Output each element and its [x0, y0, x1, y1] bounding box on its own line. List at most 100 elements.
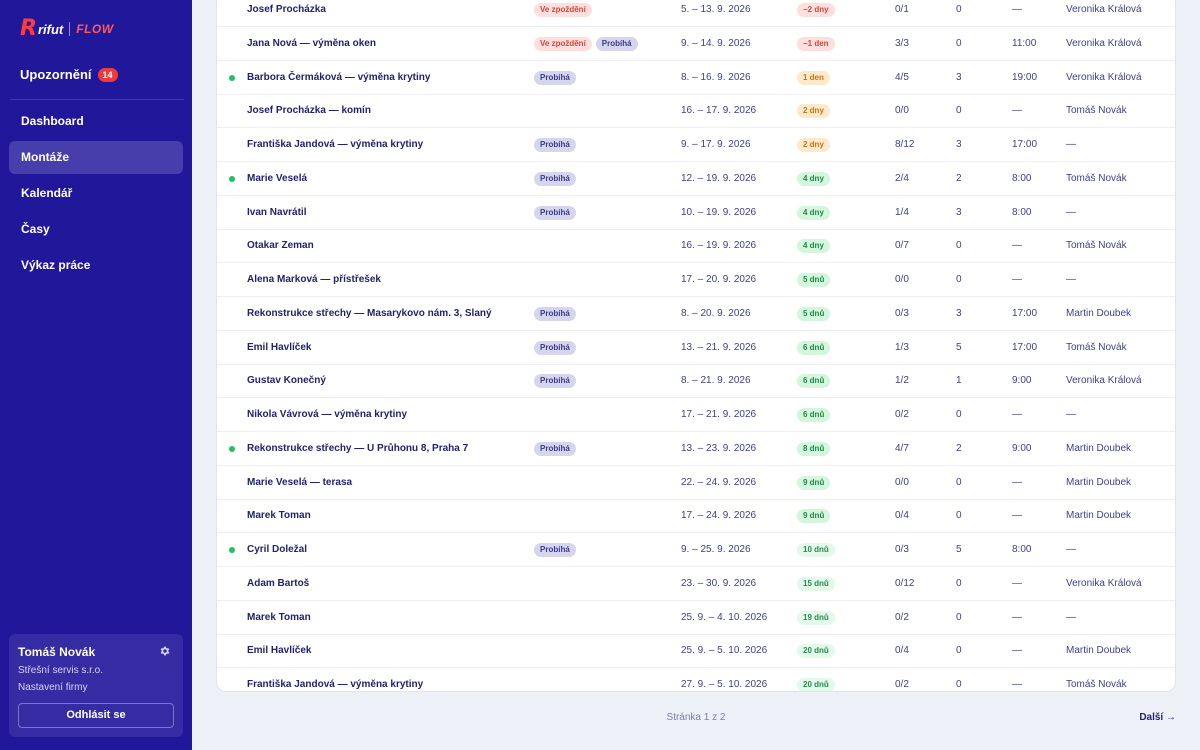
- installation-name[interactable]: Marek Toman: [247, 499, 311, 533]
- sidebar-item-kalendar[interactable]: Kalendář: [9, 177, 183, 210]
- installation-name[interactable]: Marie Veselá — terasa: [247, 466, 352, 500]
- installation-name[interactable]: Rekonstrukce střechy — U Průhonu 8, Prah…: [247, 432, 468, 466]
- installation-name[interactable]: Marie Veselá: [247, 162, 307, 196]
- remaining-cell: 20 dnů: [797, 668, 835, 691]
- installation-name[interactable]: Nikola Vávrová — výměna krytiny: [247, 398, 407, 432]
- remaining-days-badge: 20 dnů: [797, 678, 835, 691]
- installation-name[interactable]: Gustav Konečný: [247, 364, 326, 398]
- installation-name[interactable]: Emil Havlíček: [247, 634, 311, 668]
- running-status-badge: Probíhá: [534, 340, 576, 355]
- responsible-person: —: [1066, 206, 1076, 218]
- table-row[interactable]: Marek Toman 25. 9. – 4. 10. 2026 19 dnů 0/2…: [217, 601, 1175, 635]
- active-indicator-cell: [229, 533, 235, 567]
- installation-name[interactable]: Marek Toman: [247, 601, 311, 635]
- table-row[interactable]: Barbora Čermáková — výměna krytiny Probíh…: [217, 61, 1175, 95]
- table-row[interactable]: Marek Toman 17. – 24. 9. 2026 9 dnů 0/4 0 — Ma…: [217, 499, 1175, 534]
- responsible-person: Veronika Králová: [1066, 4, 1142, 15]
- remaining-cell: 19 dnů: [797, 601, 835, 635]
- installation-name[interactable]: Ivan Navrátil: [247, 196, 306, 230]
- status-cell: Probíhá: [534, 331, 576, 365]
- table-row[interactable]: Alena Marková — přístřešek 17. – 20. 9. 2…: [217, 263, 1175, 297]
- start-time: —: [1012, 577, 1022, 589]
- table-row[interactable]: Cyril Doležal Probíhá 9. – 25. 9. 2026 10 d…: [217, 533, 1175, 567]
- installation-name[interactable]: Alena Marková — přístřešek: [247, 263, 381, 297]
- installation-name[interactable]: Cyril Doležal: [247, 533, 307, 567]
- installation-name[interactable]: Adam Bartoš: [247, 567, 309, 601]
- installation-name[interactable]: Rekonstrukce střechy — Masarykovo nám. 3…: [247, 297, 492, 331]
- date-range: 25. 9. – 4. 10. 2026: [681, 611, 768, 623]
- responsible-person: Tomáš Novák: [1066, 341, 1127, 353]
- table-row[interactable]: Františka Jandová — výměna krytiny 27. 9.…: [217, 668, 1175, 691]
- table-row[interactable]: Rekonstrukce střechy — Masarykovo nám. 3…: [217, 297, 1175, 331]
- status-cell: Probíhá: [534, 533, 576, 567]
- active-indicator-cell: [229, 0, 235, 27]
- start-time: —: [1012, 510, 1022, 522]
- active-dot-icon: [229, 547, 235, 553]
- installation-name[interactable]: Františka Jandová — výměna krytiny: [247, 668, 423, 691]
- sidebar-item-casy[interactable]: Časy: [9, 213, 183, 246]
- table-row[interactable]: Františka Jandová — výměna krytiny Probíh…: [217, 128, 1175, 162]
- date-range: 17. – 20. 9. 2026: [681, 274, 757, 285]
- date-range: 22. – 24. 9. 2026: [681, 476, 757, 488]
- table-row[interactable]: Nikola Vávrová — výměna krytiny 17. – 21.…: [217, 398, 1175, 432]
- running-status-badge: Probíhá: [595, 36, 638, 51]
- start-time: —: [1012, 611, 1022, 623]
- sidebar: R rifut FLOW Upozornění 14 Dashboard Mon…: [0, 0, 192, 750]
- active-indicator-cell: [229, 297, 235, 331]
- count-value: 0: [956, 240, 962, 252]
- table-row[interactable]: Ivan Navrátil Probíhá 10. – 19. 9. 2026 4 d…: [217, 196, 1175, 230]
- responsible-person: Martin Doubek: [1066, 510, 1132, 522]
- tasks-progress: 0/2: [895, 679, 909, 690]
- app-logo[interactable]: R rifut FLOW: [20, 18, 114, 40]
- start-time: 19:00: [1012, 71, 1038, 83]
- installation-name[interactable]: Otakar Zeman: [247, 229, 314, 263]
- installation-name[interactable]: Barbora Čermáková — výměna krytiny: [247, 61, 430, 95]
- remaining-days-badge: 6 dnů: [797, 408, 831, 422]
- tasks-progress: 3/3: [895, 37, 909, 49]
- table-row[interactable]: Adam Bartoš 23. – 30. 9. 2026 15 dnů 0/12 0 —…: [217, 567, 1175, 601]
- running-status-badge: Probíhá: [534, 171, 576, 186]
- table-row[interactable]: Marie Veselá — terasa 22. – 24. 9. 2026 9 …: [217, 466, 1175, 500]
- table-row[interactable]: Marie Veselá Probíhá 12. – 19. 9. 2026 4 dn…: [217, 162, 1175, 196]
- tasks-progress: 0/1: [895, 4, 909, 15]
- table-row[interactable]: Rekonstrukce střechy — U Průhonu 8, Prah…: [217, 432, 1175, 466]
- table-row[interactable]: Emil Havlíček 25. 9. – 5. 10. 2026 20 dnů 0…: [217, 634, 1175, 669]
- start-time: 8:00: [1012, 206, 1032, 218]
- start-time: —: [1012, 105, 1022, 117]
- installation-name[interactable]: Františka Jandová — výměna krytiny: [247, 128, 423, 162]
- active-indicator-cell: [229, 432, 235, 466]
- table-row[interactable]: Josef Procházka Ve zpoždění 5. – 13. 9. 20…: [217, 0, 1175, 27]
- company-settings-link[interactable]: Nastavení firmy: [18, 682, 174, 693]
- remaining-cell: 10 dnů: [797, 533, 835, 567]
- responsible-person: Martin Doubek: [1066, 645, 1132, 657]
- gear-icon[interactable]: [159, 645, 171, 657]
- logout-button[interactable]: Odhlásit se: [18, 703, 174, 728]
- tasks-progress: 0/4: [895, 645, 909, 657]
- logo-rifut: rifut: [37, 21, 64, 37]
- table-row[interactable]: Jana Nová — výměna oken Ve zpoždění Probíh…: [217, 27, 1175, 61]
- notifications-link[interactable]: Upozornění 14: [20, 67, 118, 82]
- sidebar-item-dashboard[interactable]: Dashboard: [9, 105, 183, 138]
- remaining-days-badge: 10 dnů: [797, 543, 835, 557]
- next-page-button[interactable]: Další →: [1139, 712, 1176, 723]
- table-row[interactable]: Gustav Konečný Probíhá 8. – 21. 9. 2026 6 d…: [217, 364, 1175, 399]
- sidebar-item-vykaz-prace[interactable]: Výkaz práce: [9, 249, 183, 282]
- responsible-person: —: [1066, 409, 1076, 420]
- installation-name[interactable]: Josef Procházka — komín: [247, 94, 371, 128]
- date-range: 8. – 20. 9. 2026: [681, 307, 751, 319]
- start-time: 8:00: [1012, 172, 1032, 184]
- table-row[interactable]: Otakar Zeman 16. – 19. 9. 2026 4 dny 0/7 0 — T…: [217, 229, 1175, 264]
- installation-name[interactable]: Emil Havlíček: [247, 331, 311, 365]
- date-range: 8. – 16. 9. 2026: [681, 71, 751, 83]
- running-status-badge: Probíhá: [534, 543, 576, 557]
- active-indicator-cell: [229, 466, 235, 500]
- tasks-progress: 2/4: [895, 172, 909, 184]
- date-range: 13. – 21. 9. 2026: [681, 341, 757, 353]
- active-indicator-cell: [229, 263, 235, 297]
- installation-name[interactable]: Jana Nová — výměna oken: [247, 27, 376, 61]
- table-row[interactable]: Josef Procházka — komín 16. – 17. 9. 2026…: [217, 94, 1175, 129]
- installation-name[interactable]: Josef Procházka: [247, 0, 326, 27]
- start-time: 17:00: [1012, 307, 1038, 319]
- table-row[interactable]: Emil Havlíček Probíhá 13. – 21. 9. 2026 6 d…: [217, 331, 1175, 365]
- sidebar-item-montaze[interactable]: Montáže: [9, 141, 183, 174]
